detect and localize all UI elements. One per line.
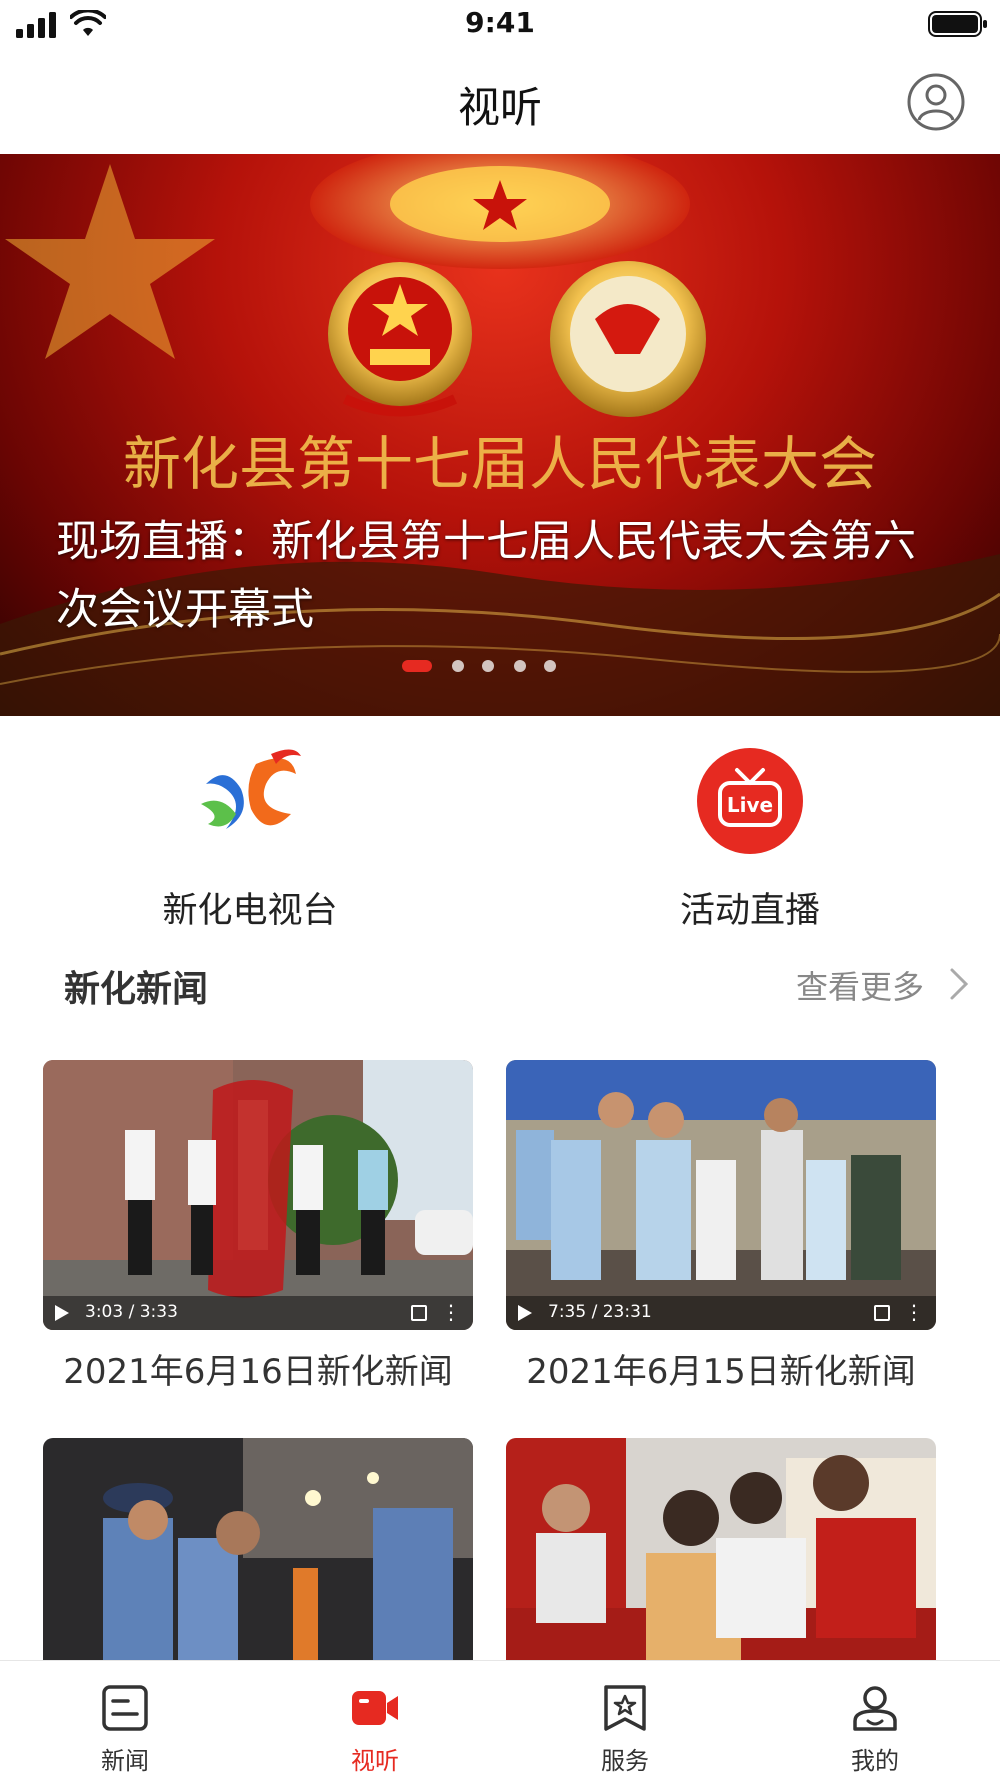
video-thumbnail-image [43,1438,473,1660]
see-more-link[interactable]: 查看更多 [796,962,924,1008]
video-thumbnail-image [43,1060,473,1330]
video-card-1[interactable]: 3:03 / 3:33 ⋮ 2021年6月16日新化新闻 [43,1060,473,1400]
video-thumbnail[interactable]: 3:03 / 3:33 ⋮ [43,1060,473,1330]
hero-banner[interactable]: 新化县第十七届人民代表大会 现场直播：新化县第十七届人民代表大会第六次会议开幕式 [0,154,1000,716]
more-vertical-icon[interactable]: ⋮ [441,1302,461,1322]
tab-news[interactable]: 新闻 [0,1661,250,1779]
banner-art-text: 新化县第十七届人民代表大会 [123,430,877,498]
carousel-dot-4[interactable] [514,660,526,672]
xinhua-tv-logo-icon [201,749,301,829]
volume-icon[interactable] [43,1304,393,1330]
video-thumbnail[interactable] [43,1438,473,1660]
live-badge-text: Live [727,793,773,817]
carousel-dot-5[interactable] [544,660,556,672]
entry-xinhua-tv[interactable]: 新化电视台 [100,730,400,931]
bottom-tab-bar: 新闻 视听 服务 我的 [0,1660,1000,1779]
video-thumbnail-image [506,1438,936,1660]
tab-label-service: 服务 [601,1747,649,1775]
entry-label-xinhua-tv: 新化电视台 [162,891,338,931]
tab-profile[interactable]: 我的 [750,1661,1000,1779]
status-time: 9:41 [465,6,535,39]
battery-icon [928,11,987,37]
fullscreen-icon[interactable] [411,1305,427,1321]
user-avatar-icon[interactable] [906,72,966,132]
tab-video[interactable]: 视听 [250,1661,500,1779]
entry-live[interactable]: Live 活动直播 [600,730,900,931]
video-controls[interactable]: 3:03 / 3:33 ⋮ [43,1296,473,1330]
video-thumbnail[interactable]: 7:35 / 23:31 ⋮ [506,1060,936,1330]
video-card-2[interactable]: 7:35 / 23:31 ⋮ 2021年6月15日新化新闻 [506,1060,936,1400]
carousel-dot-3[interactable] [482,660,494,672]
video-camera-icon [352,1691,398,1725]
tab-service[interactable]: 服务 [500,1661,750,1779]
video-thumbnail-image [506,1060,936,1330]
chevron-right-icon[interactable] [948,966,970,1002]
video-thumbnail[interactable] [506,1438,936,1660]
carousel-dot-1[interactable] [402,660,432,672]
service-bookmark-icon [604,1685,646,1731]
tab-label-news: 新闻 [101,1747,149,1775]
banner-caption: 现场直播：新化县第十七届人民代表大会第六次会议开幕式 [56,517,916,635]
page-title: 视听 [457,83,542,132]
video-card-4[interactable] [506,1438,936,1660]
section-title: 新化新闻 [64,969,209,1010]
profile-icon [853,1686,897,1731]
video-title[interactable]: 2021年6月15日新化新闻 [506,1344,936,1393]
more-vertical-icon[interactable]: ⋮ [904,1302,924,1322]
video-title[interactable]: 2021年6月16日新化新闻 [43,1344,473,1393]
entry-label-live: 活动直播 [679,891,820,931]
fullscreen-icon[interactable] [874,1305,890,1321]
volume-icon[interactable] [506,1304,856,1330]
tab-label-video: 视听 [351,1747,399,1775]
tab-label-profile: 我的 [851,1747,899,1775]
carousel-dot-2[interactable] [452,660,464,672]
video-controls[interactable]: 7:35 / 23:31 ⋮ [506,1296,936,1330]
carousel-indicator[interactable] [402,658,602,674]
live-tv-icon: Live [697,748,803,854]
news-icon [102,1685,148,1731]
video-card-3[interactable] [43,1438,473,1660]
